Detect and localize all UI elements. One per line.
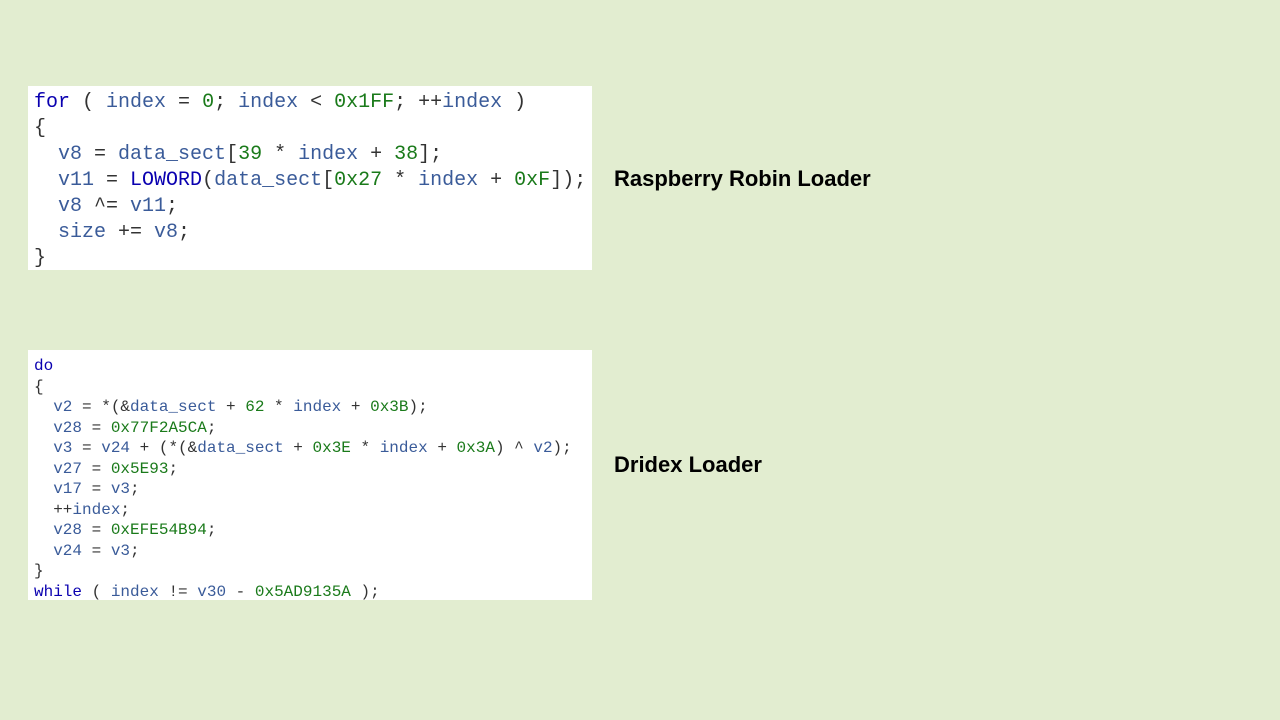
label-dridex: Dridex Loader [614, 452, 762, 478]
code-block-dridex: do { v2 = *(&data_sect + 62 * index + 0x… [28, 350, 592, 600]
function-loword: LOWORD [130, 169, 202, 192]
code-block-raspberry-robin: for ( index = 0; index < 0x1FF; ++index … [28, 86, 592, 270]
keyword-for: for [34, 91, 70, 114]
comparison-slide: for ( index = 0; index < 0x1FF; ++index … [0, 0, 1280, 720]
keyword-do: do [34, 357, 53, 375]
keyword-while: while [34, 583, 82, 601]
label-raspberry-robin: Raspberry Robin Loader [614, 166, 871, 192]
